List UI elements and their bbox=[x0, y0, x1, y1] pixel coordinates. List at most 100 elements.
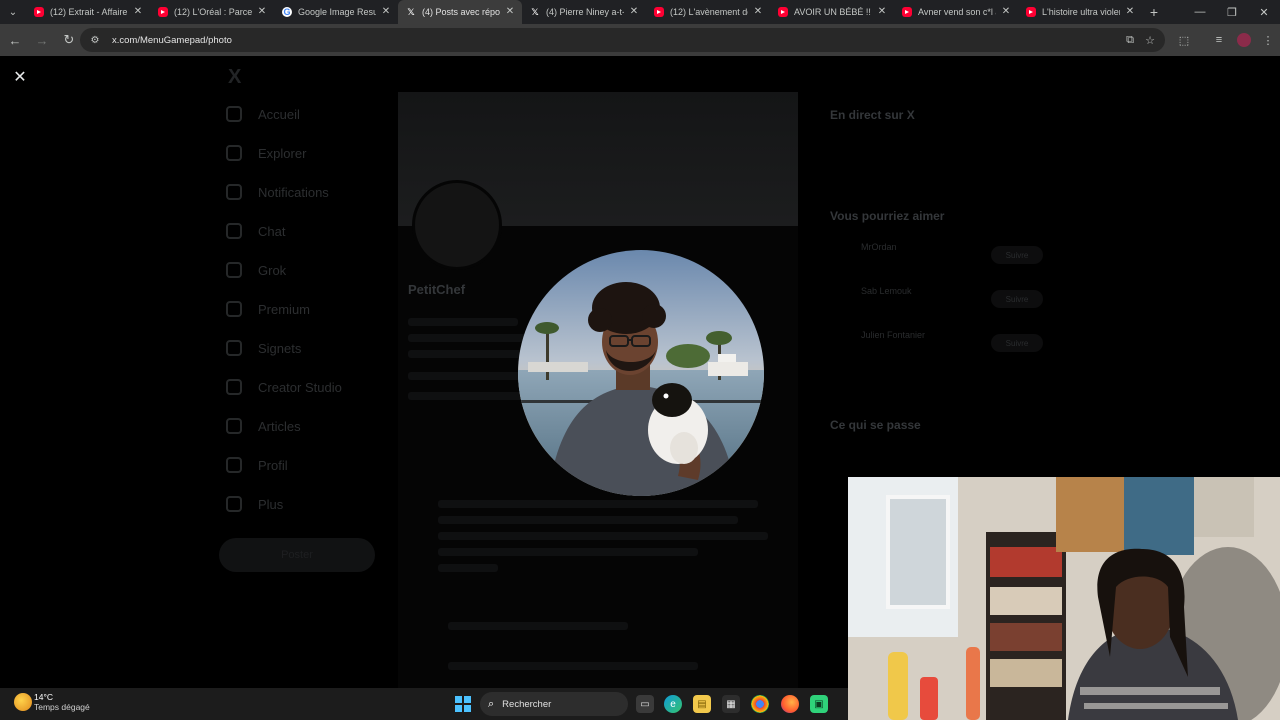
youtube-icon bbox=[1026, 7, 1036, 17]
file-explorer-icon[interactable]: ▤ bbox=[693, 695, 711, 713]
tab-title: (4) Posts avec réponses bbox=[422, 7, 500, 17]
browser-toolbar: ← → ↻ ⚙ x.com/MenuGamepad/photo ⧉ ☆ ⬚ ≡ … bbox=[0, 24, 1280, 56]
close-icon[interactable]: ✕ bbox=[10, 67, 30, 87]
sidebar-item-label: Explorer bbox=[258, 145, 307, 161]
restore-icon[interactable]: ❐ bbox=[1216, 0, 1248, 24]
nav-icon bbox=[226, 379, 242, 395]
browser-tab[interactable]: (12) Extrait - Affaire A ✕ bbox=[26, 0, 150, 24]
youtube-icon bbox=[654, 7, 664, 17]
extensions-icon[interactable]: ⬚ bbox=[1176, 32, 1192, 48]
minimize-icon[interactable]: — bbox=[1184, 0, 1216, 24]
forward-button[interactable]: → bbox=[30, 28, 54, 52]
follow-button: Suivre bbox=[991, 290, 1043, 308]
nav-icon bbox=[226, 262, 242, 278]
tab-title: Avner vend son c*l a bbox=[918, 7, 996, 17]
url-text[interactable]: x.com/MenuGamepad/photo bbox=[112, 35, 232, 46]
windows-start-icon[interactable] bbox=[455, 696, 471, 712]
tab-title: Google Image Result bbox=[298, 7, 376, 17]
profile-photo bbox=[518, 250, 764, 496]
browser-tab[interactable]: G Google Image Result ✕ bbox=[274, 0, 398, 24]
profile-avatar[interactable] bbox=[1237, 33, 1251, 47]
tab-title: (12) L'Oréal : Parce qu bbox=[174, 7, 252, 17]
task-view-icon[interactable]: ▭ bbox=[636, 695, 654, 713]
nav-icon bbox=[226, 496, 242, 512]
bookmark-star-icon[interactable]: ☆ bbox=[1143, 33, 1157, 47]
suggestion-name: Julien Fontanier bbox=[861, 330, 926, 340]
browser-tab[interactable]: Avner vend son c*l a ✕ bbox=[894, 0, 1018, 24]
nav-icon bbox=[226, 301, 242, 317]
sidebar-item-label: Articles bbox=[258, 418, 301, 434]
browser-tab[interactable]: AVOIR UN BÉBÉ !! - Y ✕ bbox=[770, 0, 894, 24]
taskbar-search-label: Rechercher bbox=[502, 698, 552, 710]
browser-menu-icon[interactable]: ⋮ bbox=[1260, 32, 1276, 48]
trending-heading: Ce qui se passe bbox=[830, 418, 921, 432]
address-bar[interactable]: ⚙ x.com/MenuGamepad/photo ⧉ ☆ bbox=[80, 28, 1165, 52]
live-heading: En direct sur X bbox=[830, 108, 915, 122]
sidebar-item-label: Profil bbox=[258, 457, 288, 473]
weather-text: 14°C Temps dégagé bbox=[34, 692, 90, 712]
back-button[interactable]: ← bbox=[3, 28, 27, 52]
profile-name: PetitChef bbox=[408, 282, 466, 297]
firefox-icon[interactable] bbox=[781, 695, 799, 713]
sidebar-item-label: Notifications bbox=[258, 184, 329, 200]
nav-icon bbox=[226, 457, 242, 473]
sidebar-item-label: Grok bbox=[258, 262, 287, 278]
window-controls: — ❐ ✕ bbox=[1184, 0, 1280, 24]
tab-close-icon[interactable]: ✕ bbox=[256, 6, 268, 18]
sidebar-item: Profil bbox=[226, 453, 386, 477]
tab-close-icon[interactable]: ✕ bbox=[132, 6, 144, 18]
nav-icon bbox=[226, 223, 242, 239]
tab-close-icon[interactable]: ✕ bbox=[752, 6, 764, 18]
media-controls-icon[interactable]: ≡ bbox=[1211, 32, 1227, 48]
weather-temperature: 14°C bbox=[34, 692, 53, 702]
windows-taskbar: 14°C Temps dégagé ⌕ Rechercher ▭ e ▤ ▦ ▣ bbox=[0, 688, 848, 720]
close-window-icon[interactable]: ✕ bbox=[1248, 0, 1280, 24]
youtube-icon bbox=[158, 7, 168, 17]
store-icon[interactable]: ▦ bbox=[722, 695, 740, 713]
tab-close-icon[interactable]: ✕ bbox=[504, 6, 516, 18]
suggestion-name: MrOrdan bbox=[861, 242, 897, 252]
x-icon: 𝕏 bbox=[407, 6, 415, 17]
browser-tab[interactable]: (12) L'avènement de ✕ bbox=[646, 0, 770, 24]
browser-tab[interactable]: 𝕏 (4) Posts avec réponses ✕ bbox=[398, 0, 522, 24]
sidebar-item: Explorer bbox=[226, 141, 386, 165]
sidebar-item-label: Accueil bbox=[258, 106, 300, 122]
tab-close-icon[interactable]: ✕ bbox=[1000, 6, 1012, 18]
browser-tab-strip: ⌄ (12) Extrait - Affaire A ✕ (12) L'Oréal … bbox=[0, 0, 1280, 24]
sidebar-item: Plus bbox=[226, 492, 386, 516]
weather-icon bbox=[14, 693, 32, 711]
tab-close-icon[interactable]: ✕ bbox=[380, 6, 392, 18]
nav-icon bbox=[226, 340, 242, 356]
site-info-icon[interactable]: ⚙ bbox=[88, 33, 102, 47]
browser-tab[interactable]: L'histoire ultra violen ✕ bbox=[1018, 0, 1142, 24]
post-button: Poster bbox=[219, 538, 375, 572]
new-tab-button[interactable]: + bbox=[1142, 0, 1166, 24]
install-app-icon[interactable]: ⧉ bbox=[1123, 33, 1137, 47]
browser-tab[interactable]: (12) L'Oréal : Parce qu ✕ bbox=[150, 0, 274, 24]
youtube-icon bbox=[778, 7, 788, 17]
x-icon: 𝕏 bbox=[531, 6, 539, 17]
weather-widget[interactable]: 14°C Temps dégagé bbox=[14, 692, 90, 712]
nav-icon bbox=[226, 418, 242, 434]
reload-button[interactable]: ↻ bbox=[57, 28, 81, 52]
nav-icon bbox=[226, 145, 242, 161]
sidebar-item-label: Signets bbox=[258, 340, 302, 356]
sidebar-item-label: Plus bbox=[258, 496, 284, 512]
tab-close-icon[interactable]: ✕ bbox=[1124, 6, 1136, 18]
youtube-icon bbox=[902, 7, 912, 17]
edge-icon[interactable]: e bbox=[664, 695, 682, 713]
x-logo: X bbox=[228, 66, 242, 88]
webcam-image bbox=[848, 477, 1280, 720]
tab-title: AVOIR UN BÉBÉ !! - Y bbox=[794, 7, 872, 17]
taskbar-search[interactable]: ⌕ Rechercher bbox=[480, 692, 628, 716]
chrome-icon[interactable] bbox=[751, 695, 769, 713]
tab-search-chevron-icon[interactable]: ⌄ bbox=[0, 0, 26, 24]
tab-close-icon[interactable]: ✕ bbox=[876, 6, 888, 18]
app-icon[interactable]: ▣ bbox=[810, 695, 828, 713]
tab-close-icon[interactable]: ✕ bbox=[628, 6, 640, 18]
sidebar-item: Premium bbox=[226, 297, 386, 321]
nav-icon bbox=[226, 106, 242, 122]
sidebar-item: Accueil bbox=[226, 102, 386, 126]
browser-tab[interactable]: 𝕏 (4) Pierre Niney a-t-il ✕ bbox=[522, 0, 646, 24]
sidebar-item: Creator Studio bbox=[226, 375, 386, 399]
